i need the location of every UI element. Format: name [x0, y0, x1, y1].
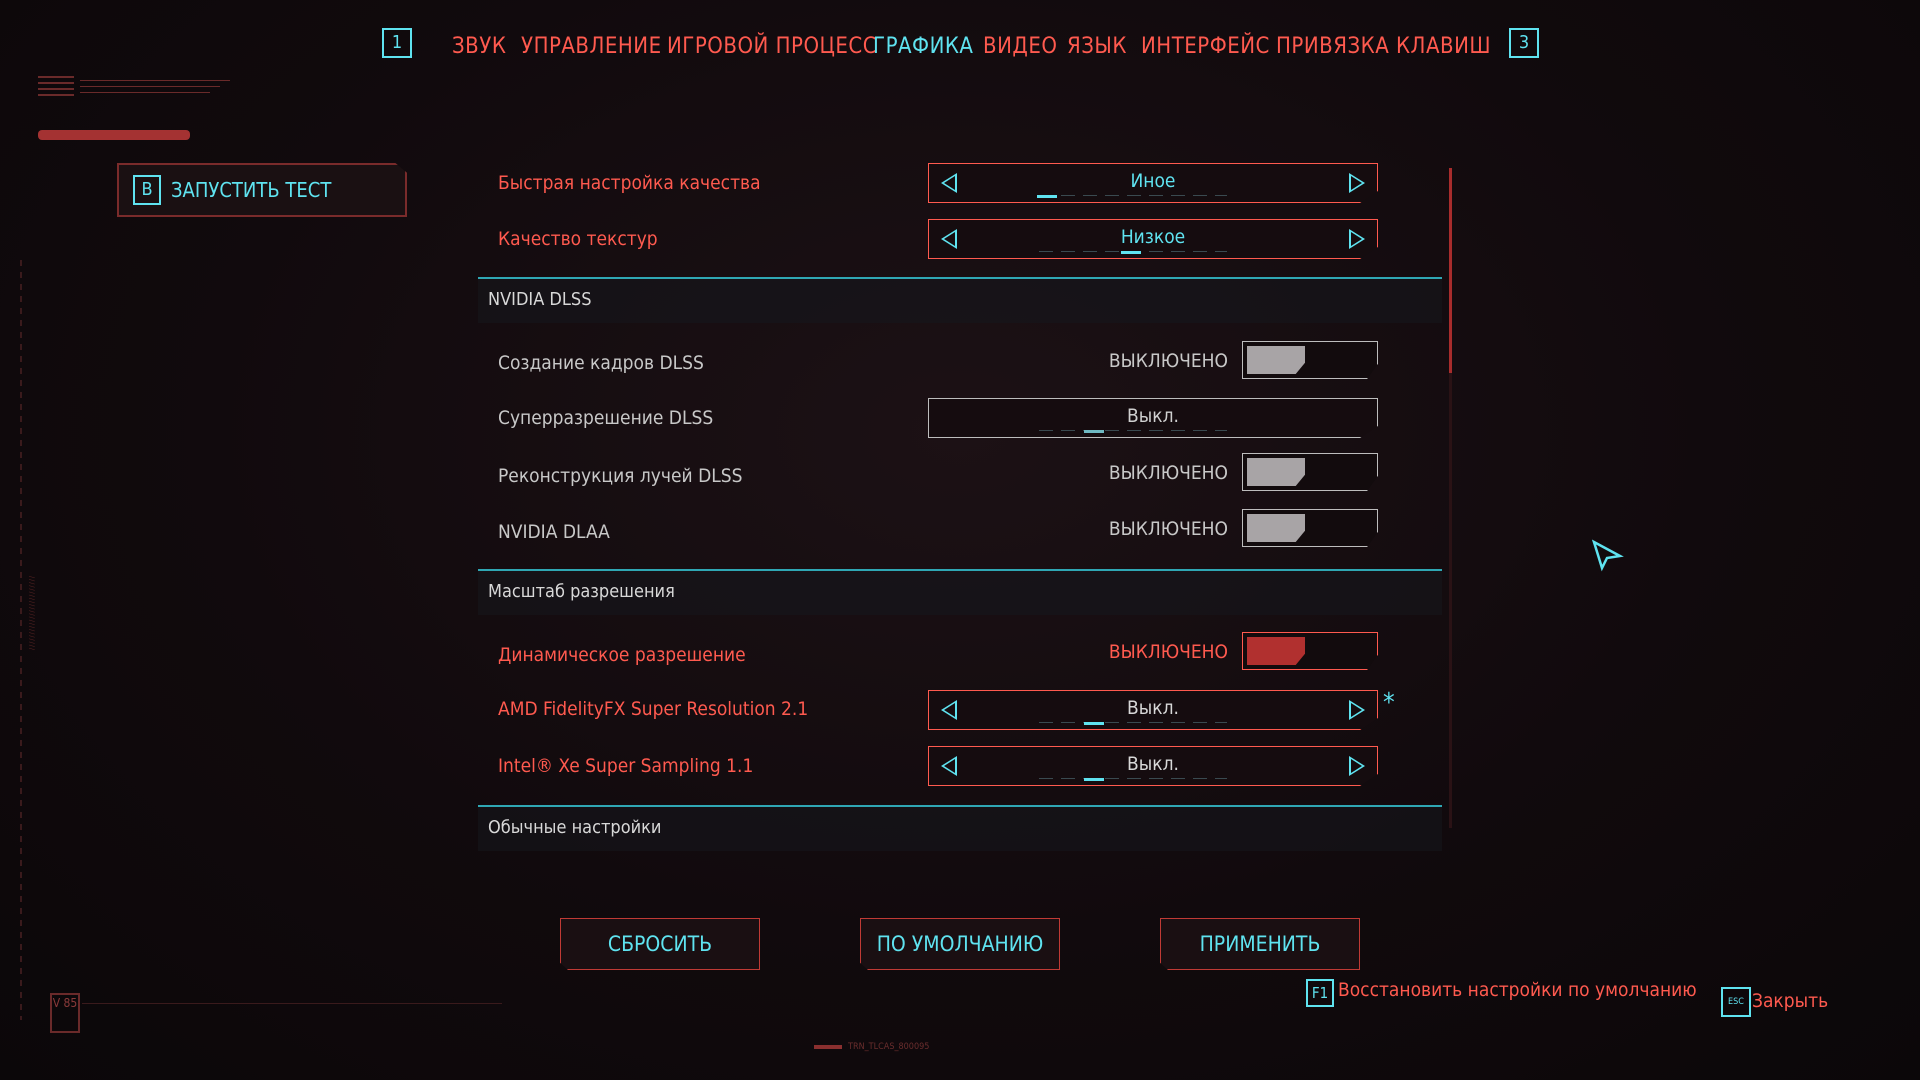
close-key[interactable]: ESC	[1721, 987, 1751, 1017]
launch-test-label: ЗАПУСТИТЬ ТЕСТ	[171, 178, 332, 202]
version-badge: V 85	[50, 993, 80, 1033]
option-marker	[1121, 251, 1141, 254]
modified-asterisk: *	[1383, 688, 1395, 718]
fsr-value: Выкл.	[1127, 697, 1179, 719]
option-marker	[1084, 722, 1104, 725]
dynamic-res-label: Динамическое разрешение	[498, 644, 746, 666]
option-marker	[1084, 430, 1104, 433]
side-decor-line	[20, 260, 22, 1020]
nvidia-dlaa-label: NVIDIA DLAA	[498, 521, 610, 543]
tab-gameplay[interactable]: ИГРОВОЙ ПРОЦЕСС	[667, 34, 877, 59]
tab-language[interactable]: ЯЗЫК	[1067, 34, 1127, 59]
option-dots	[1039, 430, 1227, 431]
toggle-knob	[1247, 637, 1305, 665]
toggle-knob	[1247, 514, 1305, 542]
quick-preset-selector[interactable]: Иное	[928, 163, 1378, 203]
restore-defaults-key[interactable]: F1	[1306, 979, 1334, 1007]
dlss-ray-recon-toggle[interactable]	[1242, 453, 1378, 491]
option-dots	[1039, 195, 1227, 196]
nvidia-dlaa-toggle[interactable]	[1242, 509, 1378, 547]
xess-selector[interactable]: Выкл.	[928, 746, 1378, 786]
section-title-basic: Обычные настройки	[488, 817, 662, 838]
arrow-right-icon[interactable]	[1349, 229, 1365, 249]
option-dots	[1039, 778, 1227, 779]
quick-preset-value: Иное	[1130, 170, 1176, 192]
scrollbar-thumb[interactable]	[1449, 168, 1452, 373]
toggle-knob	[1247, 346, 1305, 374]
xess-label: Intel® Xe Super Sampling 1.1	[498, 755, 754, 777]
texture-quality-label: Качество текстур	[498, 228, 658, 250]
reset-button[interactable]: СБРОСИТЬ	[560, 918, 760, 970]
launch-test-key: B	[133, 175, 161, 205]
dlss-ray-recon-state: ВЫКЛЮЧЕНО	[1108, 462, 1228, 484]
footer-mark	[814, 1045, 842, 1049]
close-label[interactable]: Закрыть	[1752, 990, 1828, 1012]
dlss-super-res-value: Выкл.	[1127, 405, 1179, 427]
apply-button[interactable]: ПРИМЕНИТЬ	[1160, 918, 1360, 970]
option-marker	[1037, 195, 1057, 198]
prev-tab-key[interactable]: 1	[382, 28, 412, 58]
top-navigation: 1 ЗВУК УПРАВЛЕНИЕ ИГРОВОЙ ПРОЦЕСС ГРАФИК…	[0, 28, 1920, 68]
tab-sound[interactable]: ЗВУК	[452, 34, 506, 59]
option-marker	[1084, 778, 1104, 781]
section-title-dlss: NVIDIA DLSS	[488, 289, 592, 310]
dlss-ray-recon-label: Реконструкция лучей DLSS	[498, 465, 743, 487]
arrow-right-icon[interactable]	[1349, 700, 1365, 720]
tab-key-bindings[interactable]: ПРИВЯЗКА КЛАВИШ	[1276, 34, 1491, 59]
badge-line	[82, 1003, 502, 1004]
dlss-frame-gen-state: ВЫКЛЮЧЕНО	[1108, 350, 1228, 372]
side-decor-text: ////////////////////////	[28, 575, 36, 650]
xess-value: Выкл.	[1127, 753, 1179, 775]
tab-video[interactable]: ВИДЕО	[983, 34, 1057, 59]
dlss-super-res-selector[interactable]: Выкл.	[928, 398, 1378, 438]
restore-defaults-label[interactable]: Восстановить настройки по умолчанию	[1338, 979, 1697, 1001]
section-header-dlss	[478, 279, 1442, 323]
dlss-super-res-label: Суперразрешение DLSS	[498, 407, 714, 429]
pointer-cursor-icon	[1591, 539, 1624, 572]
option-dots	[1039, 722, 1227, 723]
arrow-right-icon[interactable]	[1349, 173, 1365, 193]
dynamic-res-toggle[interactable]	[1242, 632, 1378, 670]
arrow-right-icon[interactable]	[1349, 756, 1365, 776]
texture-quality-value: Низкое	[1120, 226, 1186, 248]
tab-controls[interactable]: УПРАВЛЕНИЕ	[521, 34, 662, 59]
dlss-frame-gen-toggle[interactable]	[1242, 341, 1378, 379]
footer-code: TRN_TLCAS_800095	[848, 1042, 930, 1052]
dlss-frame-gen-label: Создание кадров DLSS	[498, 352, 704, 374]
dynamic-res-state: ВЫКЛЮЧЕНО	[1108, 641, 1228, 663]
launch-test-button[interactable]: B ЗАПУСТИТЬ ТЕСТ	[117, 163, 407, 217]
texture-quality-selector[interactable]: Низкое	[928, 219, 1378, 259]
section-title-res-scale: Масштаб разрешения	[488, 581, 675, 602]
fsr-label: AMD FidelityFX Super Resolution 2.1	[498, 698, 809, 720]
toggle-knob	[1247, 458, 1305, 486]
tab-graphics[interactable]: ГРАФИКА	[873, 34, 973, 59]
fsr-selector[interactable]: Выкл.	[928, 690, 1378, 730]
default-button[interactable]: ПО УМОЛЧАНИЮ	[860, 918, 1060, 970]
next-tab-key[interactable]: 3	[1509, 28, 1539, 58]
tab-interface[interactable]: ИНТЕРФЕЙС	[1141, 34, 1270, 59]
nvidia-dlaa-state: ВЫКЛЮЧЕНО	[1108, 518, 1228, 540]
quick-preset-label: Быстрая настройка качества	[498, 172, 761, 194]
